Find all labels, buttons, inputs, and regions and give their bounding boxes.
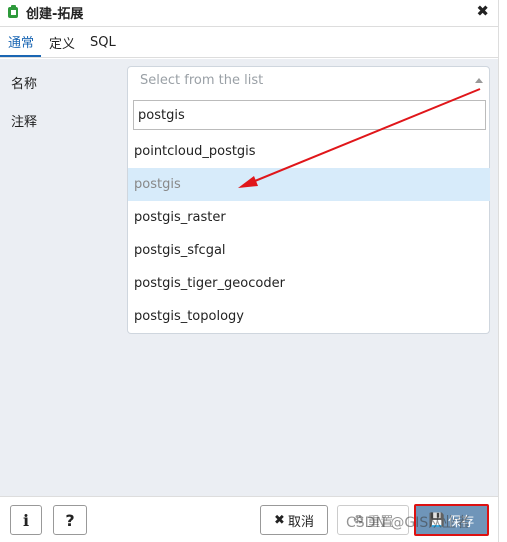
help-button[interactable]: ? — [53, 505, 87, 535]
option-postgis-raster[interactable]: postgis_raster — [128, 201, 490, 234]
reset-label: 重置 — [367, 514, 394, 530]
recycle-icon: ♻ — [352, 512, 365, 528]
option-postgis-topology[interactable]: postgis_topology — [128, 300, 490, 333]
tab-bar: 通常 定义 SQL — [0, 26, 498, 58]
close-icon: ✖ — [274, 512, 285, 528]
search-input[interactable] — [133, 100, 486, 130]
comment-label: 注释 — [11, 115, 38, 130]
reset-button[interactable]: ♻ 重置 — [337, 505, 409, 535]
extension-icon — [8, 5, 18, 18]
option-pointcloud-postgis[interactable]: pointcloud_postgis — [128, 135, 490, 168]
select-placeholder: Select from the list — [140, 73, 264, 88]
cancel-button[interactable]: ✖ 取消 — [260, 505, 328, 535]
save-label: 保存 — [448, 514, 475, 530]
dialog-footer: i ? ✖ 取消 ♻ 重置 💾 保存 — [0, 496, 498, 542]
cancel-label: 取消 — [287, 514, 314, 530]
save-button[interactable]: 💾 保存 — [414, 504, 489, 536]
option-postgis-tiger-geocoder[interactable]: postgis_tiger_geocoder — [128, 267, 490, 300]
select-dropdown: pointcloud_postgis postgis postgis_raste… — [127, 95, 490, 334]
window-titlebar: 创建-拓展 ✖ — [0, 0, 507, 24]
save-icon: 💾 — [428, 512, 446, 528]
window-title: 创建-拓展 — [26, 6, 84, 22]
name-select[interactable]: Select from the list — [127, 66, 490, 96]
close-icon[interactable]: ✖ — [476, 2, 489, 20]
info-button[interactable]: i — [10, 505, 42, 535]
caret-up-icon[interactable] — [475, 78, 483, 83]
help-icon: ? — [65, 510, 75, 530]
option-postgis[interactable]: postgis — [128, 168, 490, 201]
info-icon: i — [22, 510, 30, 530]
dialog-right-edge — [498, 0, 507, 542]
option-postgis-sfcgal[interactable]: postgis_sfcgal — [128, 234, 490, 267]
tab-sql[interactable]: SQL — [82, 27, 123, 57]
form-panel: 名称 注释 Select from the list pointcloud_po… — [0, 59, 498, 496]
tab-general[interactable]: 通常 — [0, 27, 42, 57]
tab-definition[interactable]: 定义 — [41, 27, 82, 57]
name-label: 名称 — [11, 77, 38, 92]
